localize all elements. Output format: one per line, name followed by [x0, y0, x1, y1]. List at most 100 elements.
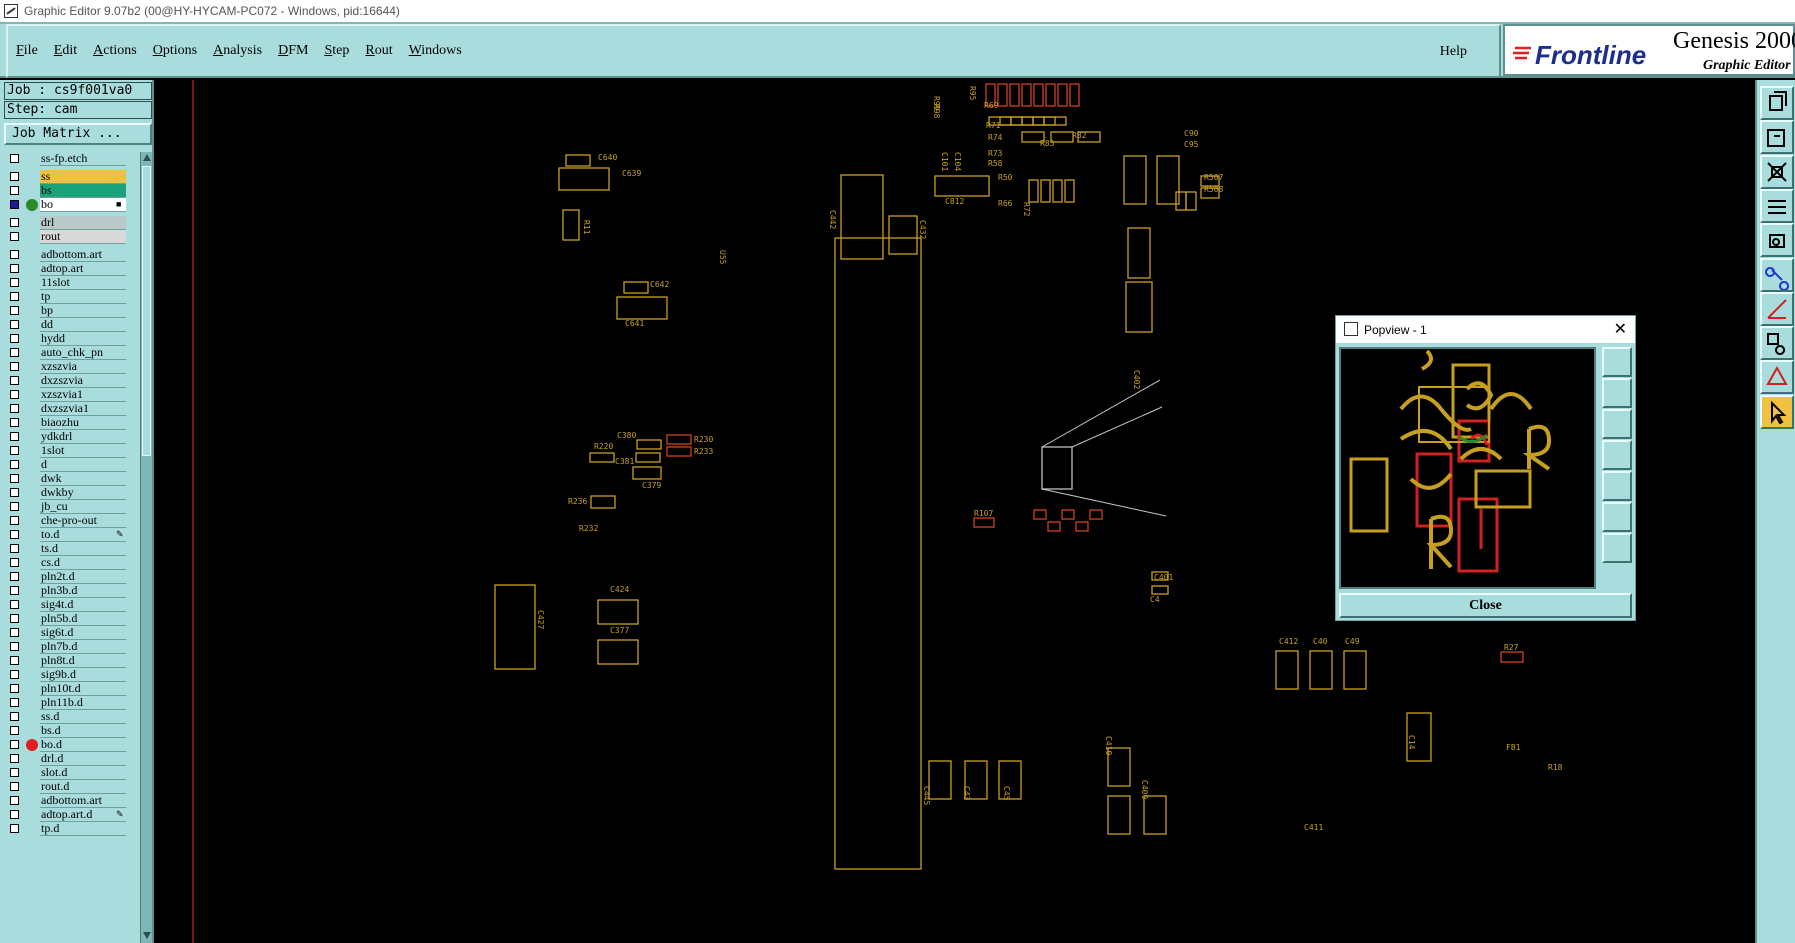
popview-tool-4[interactable] [1602, 440, 1632, 470]
menu-rout[interactable]: Rout [365, 43, 392, 59]
layer-checkbox[interactable] [10, 572, 19, 581]
menu-dfm[interactable]: DFM [278, 43, 308, 59]
component-pad[interactable] [1309, 650, 1333, 690]
component-pad[interactable] [1033, 509, 1047, 520]
component-c442[interactable] [840, 174, 884, 260]
layer-row[interactable]: pln10t.d [4, 682, 140, 696]
scroll-thumb[interactable] [142, 166, 151, 456]
menu-edit[interactable]: Edit [54, 43, 77, 59]
layer-row[interactable]: drl.d [4, 752, 140, 766]
layer-name[interactable]: dxzszvia [40, 374, 126, 388]
component-r233[interactable] [666, 446, 692, 457]
popview-tool-6[interactable] [1602, 502, 1632, 532]
layer-name[interactable]: adbottom.art [40, 794, 126, 808]
layer-name[interactable]: tp [40, 290, 126, 304]
component-pad[interactable] [1045, 83, 1056, 107]
layer-name[interactable]: bs [40, 184, 126, 198]
layer-name[interactable]: ss.d [40, 710, 126, 724]
layer-checkbox[interactable] [10, 250, 19, 259]
layer-row[interactable]: sig9b.d [4, 668, 140, 682]
layer-name[interactable]: d [40, 458, 126, 472]
net-icon[interactable] [1760, 257, 1794, 292]
layer-checkbox[interactable] [10, 404, 19, 413]
component-pad[interactable] [997, 83, 1008, 107]
layer-checkbox[interactable] [10, 586, 19, 595]
layer-row[interactable]: bo ■ [4, 198, 140, 212]
layer-row[interactable]: ydkdrl [4, 430, 140, 444]
scroll-up-icon[interactable] [143, 154, 151, 161]
popview-zoom-view[interactable] [1339, 347, 1596, 589]
layer-checkbox[interactable] [10, 768, 19, 777]
layer-name[interactable]: xzszvia1 [40, 388, 126, 402]
layer-checkbox[interactable] [10, 218, 19, 227]
component-c116[interactable] [1125, 281, 1153, 333]
zoom-home-icon[interactable] [1760, 120, 1794, 155]
layer-row[interactable]: pln2t.d [4, 570, 140, 584]
component-c432[interactable] [888, 215, 918, 255]
layer-checkbox[interactable] [10, 530, 19, 539]
layer-checkbox[interactable] [10, 824, 19, 833]
menu-windows[interactable]: Windows [409, 43, 462, 59]
component-c106[interactable] [1127, 227, 1151, 279]
popview-tool-3[interactable] [1602, 409, 1632, 439]
layer-name[interactable]: tp.d [40, 822, 126, 836]
layer-row[interactable]: xzszvia [4, 360, 140, 374]
job-matrix-button[interactable]: Job Matrix ... [4, 123, 152, 145]
layer-row[interactable]: pln5b.d [4, 612, 140, 626]
layer-checkbox[interactable] [10, 186, 19, 195]
popview-zoom-box[interactable] [1041, 446, 1073, 490]
component-pad[interactable] [1057, 83, 1068, 107]
layer-checkbox[interactable] [10, 796, 19, 805]
scroll-down-icon[interactable] [143, 932, 151, 939]
popview-tool-2[interactable] [1602, 378, 1632, 408]
layer-name[interactable]: bo [40, 198, 126, 212]
component-pad[interactable] [1343, 650, 1367, 690]
component-c424[interactable] [597, 599, 639, 625]
component-pad[interactable] [1175, 191, 1187, 211]
layer-checkbox[interactable] [10, 432, 19, 441]
layer-row[interactable]: slot.d [4, 766, 140, 780]
layer-name[interactable]: to.d [40, 528, 126, 542]
layer-checkbox[interactable] [10, 558, 19, 567]
camera-icon[interactable] [1760, 223, 1794, 258]
layer-checkbox[interactable] [10, 232, 19, 241]
layer-row[interactable]: rout [4, 230, 140, 244]
open-icon[interactable] [1760, 86, 1794, 120]
layer-name[interactable]: jb_cu [40, 500, 126, 514]
layer-row[interactable]: cs.d [4, 556, 140, 570]
popview-tool-5[interactable] [1602, 471, 1632, 501]
layer-row[interactable]: 1slot [4, 444, 140, 458]
component-c380[interactable] [636, 439, 662, 450]
layer-row[interactable]: ts.d [4, 542, 140, 556]
layer-name[interactable]: 1slot [40, 444, 126, 458]
component-c812[interactable] [934, 175, 990, 197]
layer-row[interactable]: auto_chk_pn [4, 346, 140, 360]
layer-row[interactable]: bs.d [4, 724, 140, 738]
component-pad[interactable] [1052, 179, 1063, 203]
component-c402[interactable] [1151, 585, 1169, 595]
layer-row[interactable]: dwkby [4, 486, 140, 500]
layer-row[interactable]: adbottom.art [4, 248, 140, 262]
layer-row[interactable]: bs [4, 184, 140, 198]
pointer-icon[interactable] [1760, 394, 1794, 429]
layer-row[interactable]: bo.d [4, 738, 140, 752]
component-c379[interactable] [632, 466, 662, 480]
layer-checkbox[interactable] [10, 502, 19, 511]
layer-name[interactable]: drl [40, 216, 126, 230]
layer-name[interactable]: pln5b.d [40, 612, 126, 626]
menu-help[interactable]: Help [1440, 44, 1467, 60]
popview-close-button[interactable]: Close [1339, 593, 1632, 618]
menu-file[interactable]: File [16, 43, 38, 59]
layer-name[interactable]: bs.d [40, 724, 126, 738]
layer-row[interactable]: tp.d [4, 822, 140, 836]
drc-icon[interactable] [1760, 360, 1794, 395]
layer-checkbox[interactable] [10, 810, 19, 819]
layer-row[interactable]: sig4t.d [4, 598, 140, 612]
layer-name[interactable]: sig9b.d [40, 668, 126, 682]
layer-name[interactable]: dxzszvia1 [40, 402, 126, 416]
component-c381[interactable] [635, 452, 661, 463]
layer-name[interactable]: auto_chk_pn [40, 346, 126, 360]
layer-name[interactable]: rout [40, 230, 126, 244]
popview-tool-1[interactable] [1602, 347, 1632, 377]
layer-name[interactable]: pln2t.d [40, 570, 126, 584]
